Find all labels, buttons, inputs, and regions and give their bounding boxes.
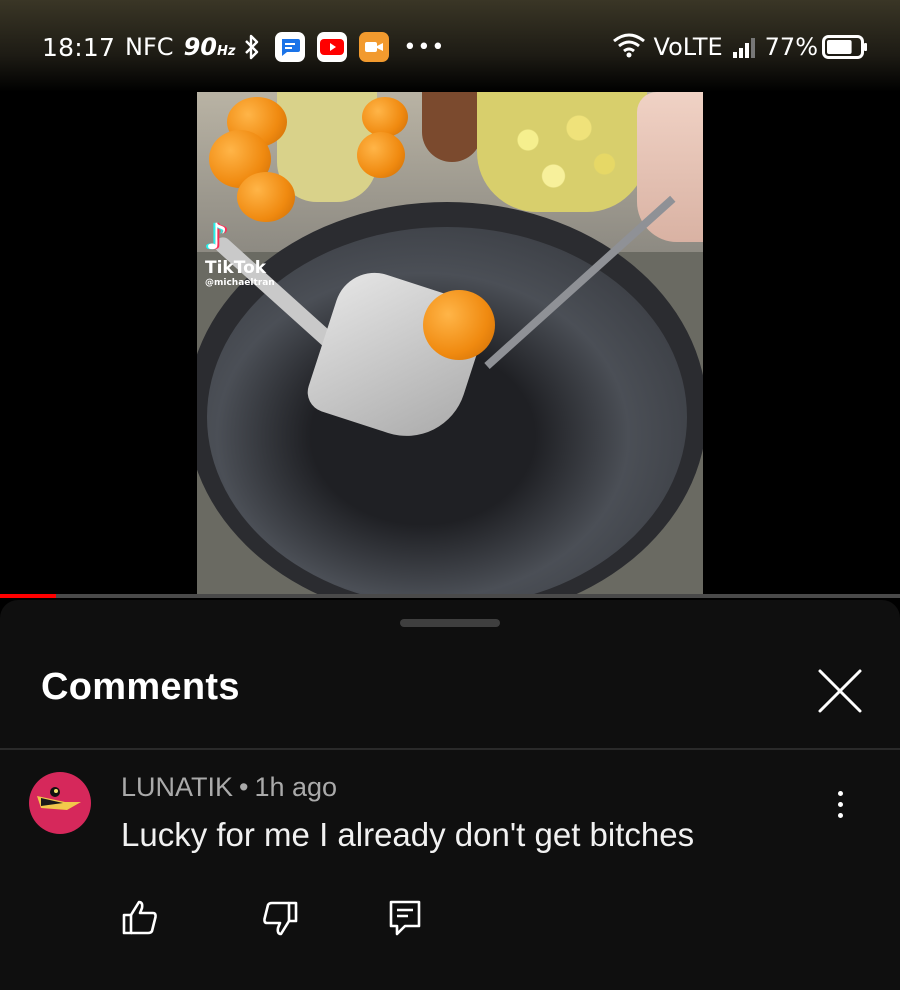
- bluetooth-icon: [241, 34, 263, 60]
- more-vert-dot: [837, 812, 843, 818]
- video-progress-fill: [0, 594, 56, 598]
- screen-recorder-icon: [359, 32, 390, 62]
- video-frame-orange: [237, 172, 295, 222]
- tiktok-watermark: ♪ TikTok @michaeltran: [205, 217, 275, 289]
- reply-icon: [389, 900, 421, 936]
- dislike-button[interactable]: [256, 894, 304, 942]
- status-refresh-rate: 90Hz: [184, 33, 236, 61]
- refresh-rate-unit: Hz: [216, 44, 236, 59]
- tiktok-user: @michaeltran: [205, 278, 275, 288]
- video-frame-orange-ball: [423, 290, 495, 360]
- youtube-app-icon: [317, 32, 348, 62]
- comments-panel: Comments LUNATIK • 1h ago Lucky for me I a…: [0, 600, 900, 990]
- video-progress-bar[interactable]: [0, 594, 900, 598]
- messages-app-icon: [275, 32, 306, 62]
- wifi-icon: [612, 32, 646, 62]
- battery-fill: [827, 40, 852, 54]
- video-frame-orange: [357, 132, 405, 178]
- video-frame-popcorn: [477, 92, 647, 212]
- reply-button[interactable]: [381, 894, 429, 942]
- video-frame-orange: [362, 97, 408, 137]
- close-button[interactable]: [812, 663, 868, 719]
- video-player[interactable]: ♪ TikTok @michaeltran: [197, 92, 703, 595]
- thumbs-up-icon: [122, 900, 157, 935]
- comment-text: Lucky for me I already don't get bitches: [121, 816, 695, 853]
- status-nfc: NFC: [125, 33, 174, 61]
- status-bar-left: 18:17 NFC 90Hz •••: [42, 30, 445, 64]
- close-icon: [818, 669, 862, 713]
- more-vert-dot: [837, 790, 843, 796]
- status-bar: 18:17 NFC 90Hz ••• VoLTE 77%: [0, 0, 900, 92]
- more-vert-dot: [837, 801, 843, 807]
- avatar[interactable]: [29, 772, 91, 834]
- status-bar-right: VoLTE 77%: [612, 30, 868, 64]
- meta-separator: •: [239, 772, 249, 802]
- status-time: 18:17: [42, 32, 116, 62]
- video-frame-divider: [422, 92, 482, 162]
- tiktok-label: TikTok: [205, 258, 267, 278]
- comment-time: 1h ago: [254, 772, 338, 802]
- comment-item: LUNATIK • 1h ago Lucky for me I already do…: [0, 750, 900, 990]
- drag-handle[interactable]: [400, 619, 500, 627]
- status-network: VoLTE: [653, 33, 723, 61]
- battery-percent: 77%: [764, 33, 818, 61]
- like-button[interactable]: [116, 894, 164, 942]
- comment-meta: LUNATIK • 1h ago: [121, 772, 337, 803]
- tiktok-logo-icon: ♪: [205, 217, 228, 258]
- thumbs-down-icon: [263, 901, 298, 936]
- refresh-rate-value: 90: [183, 33, 217, 61]
- comment-more-button[interactable]: [818, 782, 862, 826]
- signal-icon: [731, 36, 755, 58]
- comments-title: Comments: [41, 666, 240, 708]
- comment-author[interactable]: LUNATIK: [121, 772, 233, 802]
- more-notifications-icon: •••: [403, 34, 446, 60]
- battery-icon: [822, 35, 868, 59]
